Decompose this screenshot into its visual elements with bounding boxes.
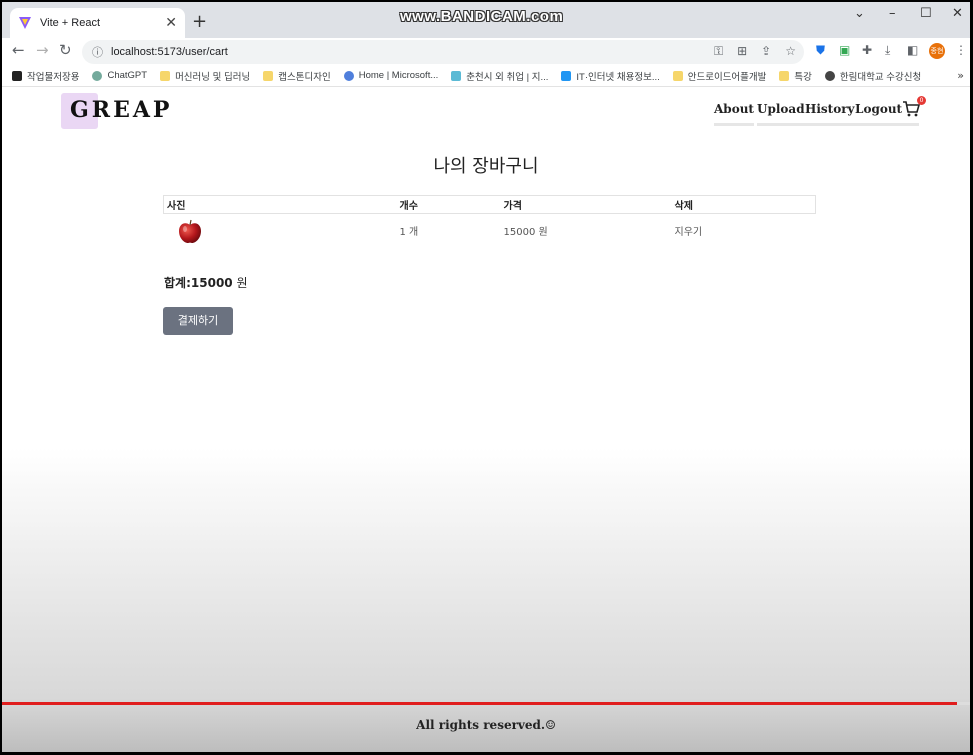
site-info-icon[interactable]: ⓘ: [92, 44, 103, 60]
microsoft-icon: [343, 70, 354, 81]
nav-upload[interactable]: Upload: [757, 102, 805, 126]
page-title: 나의 장바구니: [433, 156, 539, 177]
jobs-icon: [451, 70, 462, 81]
bookmark-item[interactable]: 머신러닝 및 딥러닝: [160, 69, 250, 83]
quantity-cell: 1 개: [399, 227, 419, 239]
new-tab-button[interactable]: +: [192, 11, 207, 32]
minimize-icon[interactable]: –: [889, 6, 896, 21]
bookmarks-overflow-icon[interactable]: »: [957, 69, 964, 82]
bookmark-item[interactable]: IT·인터넷 채용정보...: [561, 69, 660, 83]
tab-search-icon[interactable]: ⌄: [854, 6, 865, 21]
vite-icon: [19, 17, 31, 29]
share-icon[interactable]: ⇪: [761, 44, 771, 59]
cart-underline: [902, 123, 919, 126]
folder-icon: [263, 70, 274, 81]
tab-close-icon[interactable]: ✕: [165, 15, 177, 31]
column-header: 삭제: [671, 195, 816, 214]
shield-extension-icon[interactable]: ⛊: [816, 43, 825, 58]
delete-link[interactable]: 지우기: [672, 214, 816, 248]
globe-icon: [824, 70, 835, 81]
cart-table: 사진 개수 가격 삭제 1 개 15000 원 지우기: [163, 195, 816, 248]
bookmark-item[interactable]: 특강: [779, 69, 812, 83]
bookmark-item[interactable]: 안드로이드어플개발: [672, 69, 766, 83]
back-icon[interactable]: ←: [12, 41, 25, 59]
tab-title: Vite + React: [40, 17, 101, 29]
video-progress-bar: [2, 702, 957, 705]
price-cell: 15000 원: [503, 227, 548, 239]
notion-icon: [12, 70, 22, 81]
address-toolbar: ← → ↻ ⓘ localhost:5173/user/cart ⚿ ⊞ ⇪ ☆…: [2, 38, 970, 64]
table-row: 1 개 15000 원 지우기: [164, 214, 816, 248]
bookmark-item[interactable]: 작업물저장용: [12, 69, 79, 83]
column-header: 사진: [163, 195, 397, 214]
apple-image: [178, 219, 201, 243]
nav-history[interactable]: History: [805, 102, 855, 126]
folder-icon: [160, 70, 171, 81]
bookmark-item[interactable]: ChatGPT: [92, 70, 147, 81]
column-header: 개수: [396, 195, 501, 214]
browser-window: Vite + React ✕ + www.BANDICAM.com ⌄ – ☐ …: [2, 2, 970, 752]
recorder-watermark: www.BANDICAM.com: [400, 8, 564, 25]
total-value: 15000: [190, 276, 233, 290]
page-content: GREAP About Upload History Logout 0 나의 장…: [2, 88, 970, 752]
product-image-cell: [164, 214, 397, 248]
bookmark-item[interactable]: 춘천시 외 취업 | 지...: [451, 69, 548, 83]
chat-icon: [561, 70, 572, 81]
footer-text: All rights reserved.☺: [416, 718, 556, 732]
tab-strip: Vite + React ✕ + www.BANDICAM.com ⌄ – ☐ …: [2, 2, 970, 38]
folder-icon: [672, 70, 683, 81]
cart-total: 합계:15000 원: [164, 274, 248, 291]
key-icon[interactable]: ⚿: [714, 44, 723, 59]
chatgpt-icon: [92, 70, 103, 81]
bookmark-item[interactable]: Home | Microsoft...: [343, 70, 438, 81]
total-unit: 원: [232, 276, 248, 290]
bookmark-star-icon[interactable]: ☆: [785, 44, 796, 59]
browser-tab[interactable]: Vite + React ✕: [10, 8, 185, 38]
column-header: 가격: [500, 195, 672, 214]
total-label: 합계:: [164, 276, 191, 290]
cart-count-badge: 0: [917, 96, 926, 105]
nav-about[interactable]: About: [714, 102, 754, 126]
video-progress-remaining: [957, 702, 970, 705]
reload-icon[interactable]: ↻: [59, 41, 72, 59]
folder-icon: [779, 70, 790, 81]
extension-icon[interactable]: ▣: [839, 43, 850, 57]
nav-logout[interactable]: Logout: [855, 102, 903, 126]
table-header-row: 사진 개수 가격 삭제: [163, 195, 816, 214]
profile-avatar[interactable]: 종현: [929, 43, 945, 59]
menu-icon[interactable]: ⋮: [955, 43, 967, 57]
translate-icon[interactable]: ⊞: [737, 44, 747, 59]
checkout-button[interactable]: 결제하기: [163, 307, 233, 335]
bookmark-item[interactable]: 캡스톤디자인: [263, 69, 331, 83]
forward-icon[interactable]: →: [36, 41, 49, 59]
bookmarks-bar: 작업물저장용 ChatGPT 머신러닝 및 딥러닝 캡스톤디자인 Home | …: [2, 65, 970, 87]
maximize-icon[interactable]: ☐: [920, 6, 932, 21]
side-panel-icon[interactable]: ◧: [907, 43, 918, 57]
address-bar[interactable]: ⓘ localhost:5173/user/cart ⚿ ⊞ ⇪ ☆: [82, 40, 804, 64]
site-logo[interactable]: GREAP: [70, 97, 172, 123]
download-icon[interactable]: ⤓: [885, 43, 890, 58]
window-close-icon[interactable]: ✕: [952, 6, 963, 21]
puzzle-icon[interactable]: ✚: [862, 43, 872, 57]
url-text: localhost:5173/user/cart: [111, 46, 228, 58]
bookmark-item[interactable]: 한림대학교 수강신청: [824, 69, 921, 83]
